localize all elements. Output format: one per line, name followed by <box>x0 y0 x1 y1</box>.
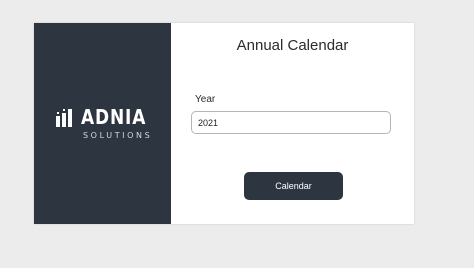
brand-panel: ADNIA SOLUTIONS <box>34 23 171 224</box>
calendar-button[interactable]: Calendar <box>244 172 343 200</box>
brand-logo: ADNIA SOLUTIONS <box>56 105 156 147</box>
brand-tagline: SOLUTIONS <box>83 131 153 140</box>
page-title: Annual Calendar <box>236 37 349 54</box>
brand-name: ADNIA <box>81 105 147 129</box>
year-input[interactable] <box>191 111 391 134</box>
bars-logo-icon <box>56 109 72 127</box>
app-window: ADNIA SOLUTIONS Annual Calendar Year Cal… <box>34 23 414 224</box>
year-label: Year <box>195 94 216 105</box>
form-panel: Annual Calendar Year Calendar <box>171 23 414 224</box>
